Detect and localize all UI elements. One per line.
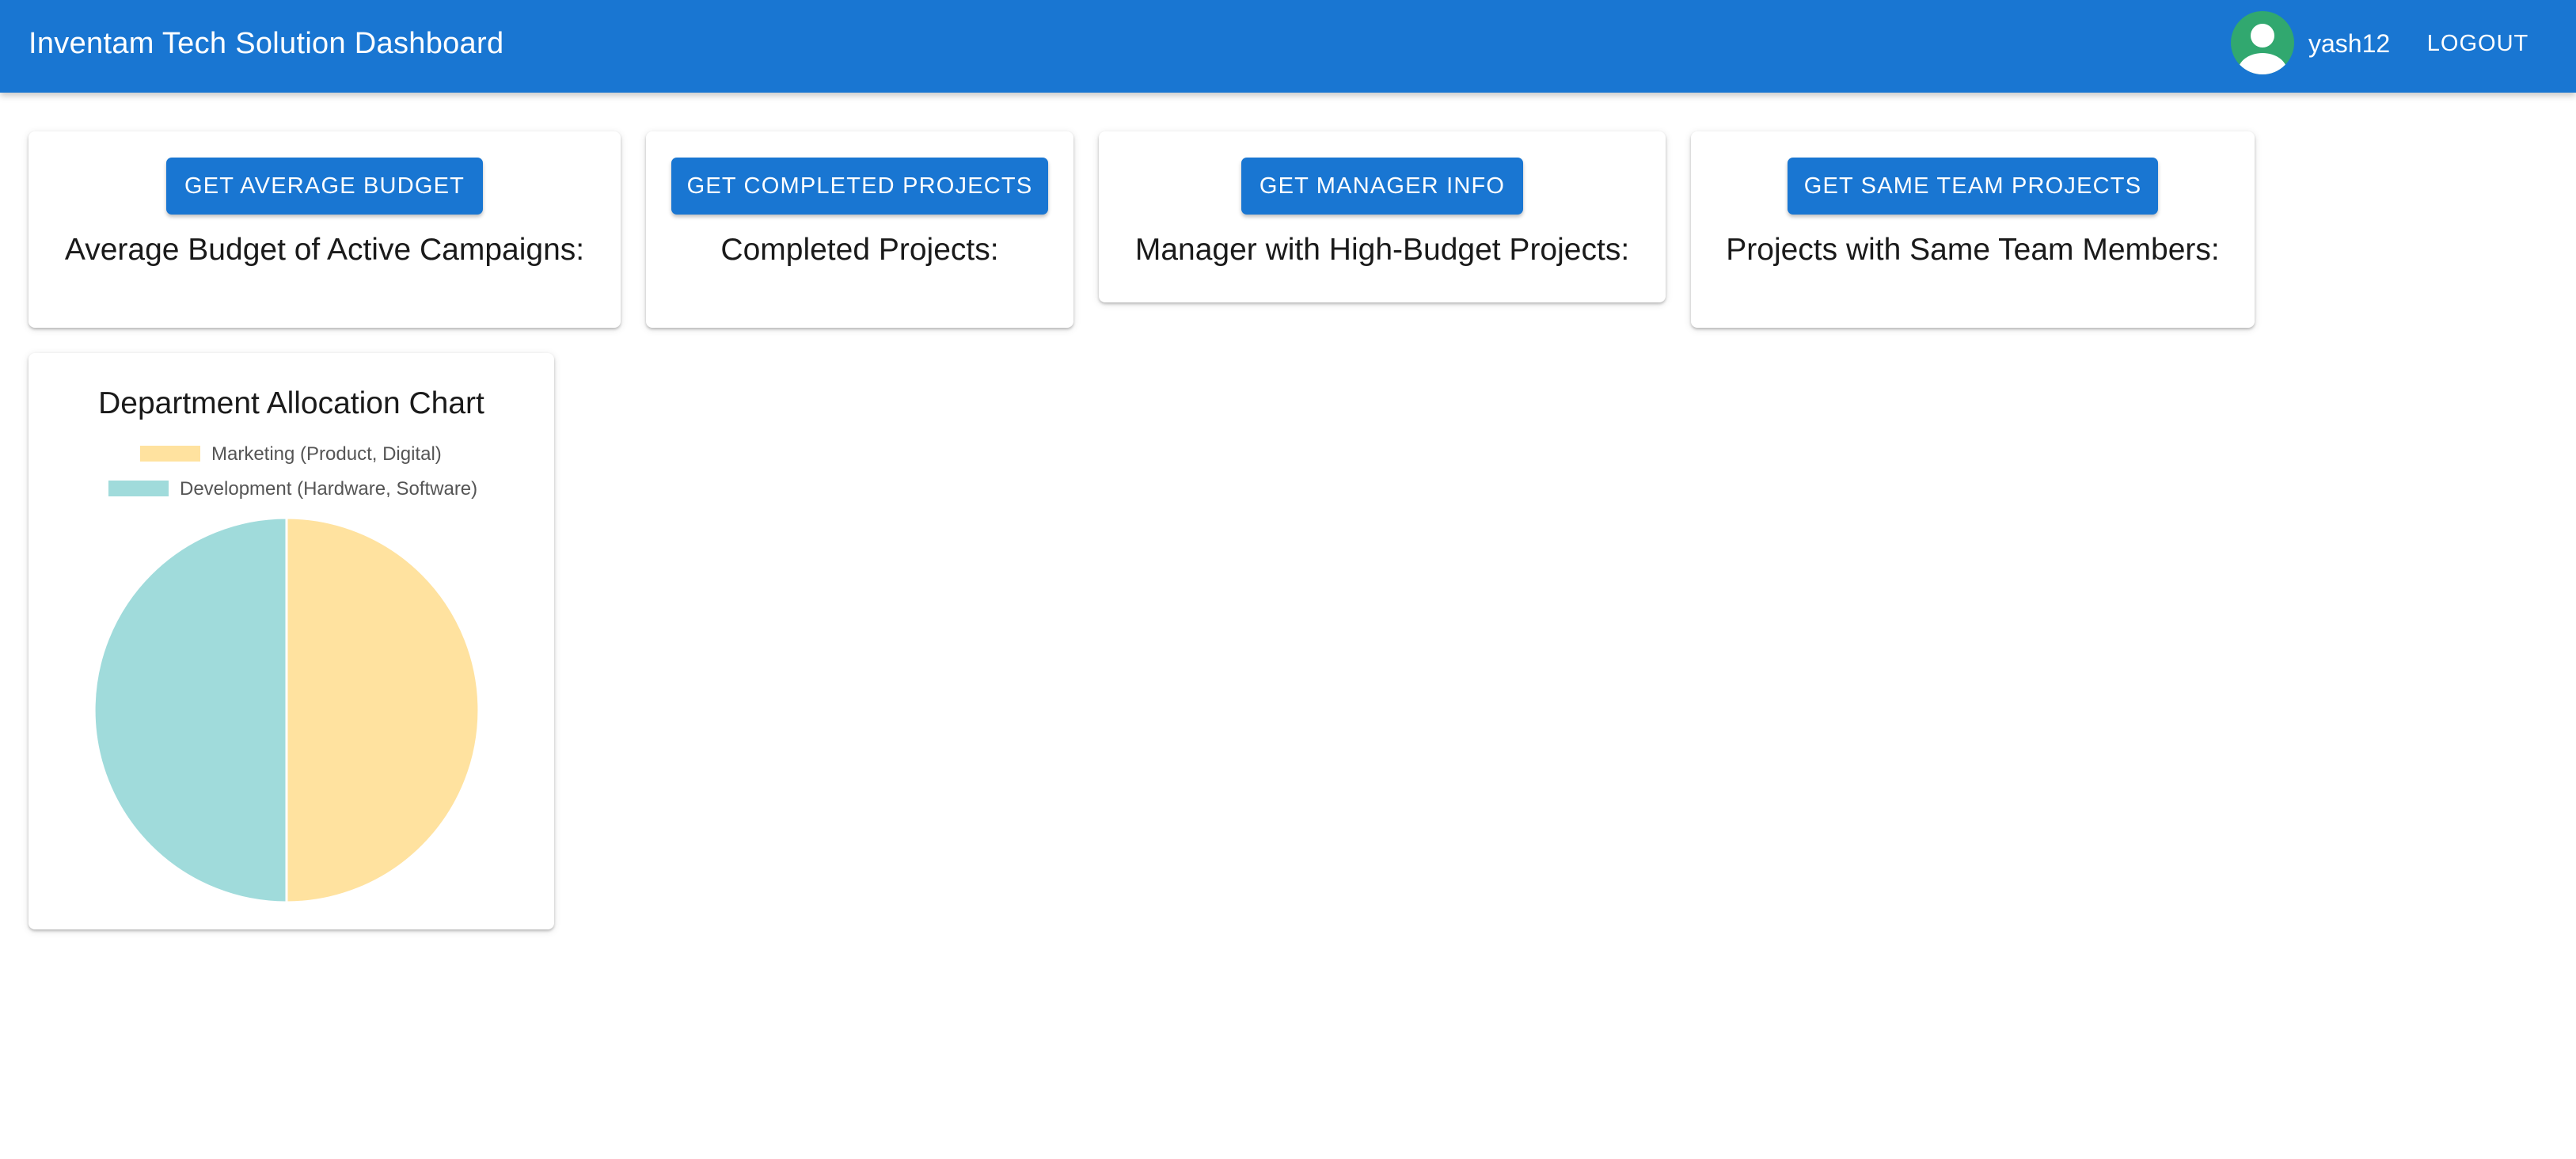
department-allocation-chart-card: Department Allocation Chart Marketing (P… <box>28 353 554 929</box>
username: yash12 <box>2308 29 2391 58</box>
manager-info-label: Manager with High-Budget Projects: <box>1134 233 1630 267</box>
get-average-budget-button[interactable]: GET AVERAGE BUDGET <box>166 158 483 215</box>
legend-item-marketing[interactable]: Marketing (Product, Digital) <box>140 443 442 466</box>
get-same-team-projects-button[interactable]: GET SAME TEAM PROJECTS <box>1788 158 2158 215</box>
legend-swatch-development <box>108 480 169 496</box>
legend-label-development: Development (Hardware, Software) <box>180 478 478 500</box>
pie-slice-marketing[interactable] <box>285 516 481 904</box>
same-team-projects-label: Projects with Same Team Members: <box>1726 233 2220 267</box>
legend-item-development[interactable]: Development (Hardware, Software) <box>108 477 477 501</box>
chart-title: Department Allocation Chart <box>98 386 484 420</box>
average-budget-label: Average Budget of Active Campaigns: <box>64 233 585 267</box>
account-circle-icon[interactable] <box>2231 11 2294 74</box>
legend-swatch-marketing <box>140 445 200 462</box>
pie-slice-development[interactable] <box>93 516 288 904</box>
get-completed-projects-button[interactable]: GET COMPLETED PROJECTS <box>671 158 1048 215</box>
get-manager-info-button[interactable]: GET MANAGER INFO <box>1241 158 1523 215</box>
same-team-projects-card: GET SAME TEAM PROJECTS Projects with Sam… <box>1691 131 2255 328</box>
app-bar: Inventam Tech Solution Dashboard yash12 … <box>0 0 2576 93</box>
manager-info-card: GET MANAGER INFO Manager with High-Budge… <box>1099 131 1666 302</box>
legend-label-marketing: Marketing (Product, Digital) <box>211 443 442 465</box>
logout-button[interactable]: LOGOUT <box>2415 20 2541 67</box>
completed-projects-card: GET COMPLETED PROJECTS Completed Project… <box>646 131 1073 328</box>
completed-projects-label: Completed Projects: <box>720 233 999 267</box>
pie-chart <box>93 516 481 904</box>
app-title: Inventam Tech Solution Dashboard <box>28 27 504 60</box>
average-budget-card: GET AVERAGE BUDGET Average Budget of Act… <box>28 131 621 328</box>
